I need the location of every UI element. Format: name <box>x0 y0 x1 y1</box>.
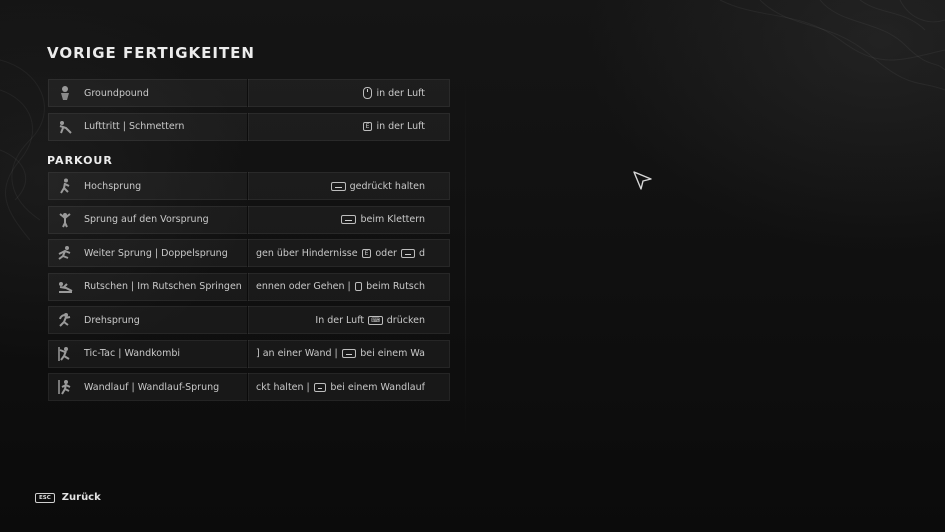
skill-row-ledge-jump[interactable]: Sprung auf den Vorsprung beim Klettern <box>48 205 450 234</box>
binding-text: beim Klettern <box>360 214 425 225</box>
wall-run-icon <box>54 376 76 398</box>
esc-key-icon: ESC <box>35 492 55 503</box>
skill-row-air-kick[interactable]: Lufttritt | Schmettern E in der Luft <box>48 112 450 141</box>
key-e-icon: E <box>362 122 373 131</box>
skill-row-high-jump[interactable]: Hochsprung gedrückt halten <box>48 172 450 200</box>
space-key-icon <box>330 181 346 191</box>
previous-skills-list: Groundpound in der Luft Lufttritt | Schm… <box>48 79 450 146</box>
high-jump-icon <box>54 175 76 197</box>
panel-separator <box>465 80 466 440</box>
skill-binding: ennen oder Gehen | beim Rutsch <box>248 273 425 301</box>
skill-row-slide[interactable]: Rutschen | Im Rutschen Springen ennen od… <box>48 272 450 301</box>
slide-icon <box>54 276 76 298</box>
binding-text: In der Luft <box>315 314 365 326</box>
skill-binding: ] an einer Wand | bei einem Wa <box>248 340 425 368</box>
skill-binding: gen über Hindernisse E oder d <box>248 239 425 267</box>
ledge-jump-icon <box>54 209 76 231</box>
skill-binding: ckt halten | bei einem Wandlauf <box>248 373 425 401</box>
binding-text: ] an einer Wand | <box>256 348 338 359</box>
skill-row-spin-jump[interactable]: Drehsprung In der Luft ⌨ drücken <box>48 306 450 334</box>
binding-text: in der Luft <box>376 87 425 99</box>
skill-row-wall-run[interactable]: Wandlauf | Wandlauf-Sprung ckt halten | … <box>48 373 450 401</box>
binding-text: drücken <box>386 314 425 326</box>
skill-name: Wandlauf | Wandlauf-Sprung <box>84 381 220 393</box>
section-title-parkour: PARKOUR <box>47 154 113 167</box>
skill-name: Weiter Sprung | Doppelsprung <box>84 247 228 259</box>
skill-row-tic-tac[interactable]: Tic-Tac | Wandkombi ] an einer Wand | be… <box>48 339 450 368</box>
back-button[interactable]: ESC Zurück <box>35 492 101 503</box>
mouse-cursor-icon <box>633 171 652 190</box>
skill-name: Drehsprung <box>84 314 140 326</box>
skill-name: Hochsprung <box>84 180 142 192</box>
space-key-icon <box>354 282 363 291</box>
binding-text: gen über Hindernisse <box>256 247 358 259</box>
parkour-skills-list: Hochsprung gedrückt halten Sprung auf de… <box>48 172 450 407</box>
skill-binding: in der Luft <box>248 79 449 107</box>
binding-text: oder <box>375 247 397 259</box>
skill-name: Rutschen | Im Rutschen Springen <box>84 281 242 292</box>
long-jump-icon <box>54 242 76 264</box>
space-key-icon <box>313 382 327 392</box>
skill-row-long-jump[interactable]: Weiter Sprung | Doppelsprung gen über Hi… <box>48 239 450 267</box>
mouse-icon <box>363 87 373 99</box>
spin-jump-icon <box>54 309 76 331</box>
binding-text: in der Luft <box>376 121 425 132</box>
skill-name: Tic-Tac | Wandkombi <box>84 348 181 359</box>
groundpound-icon <box>54 82 76 104</box>
binding-text: bei einem Wandlauf <box>330 381 425 393</box>
binding-text: bei einem Wa <box>360 348 425 359</box>
space-key-icon <box>341 215 357 224</box>
skills-screen: VORIGE FERTIGKEITEN Groundpound in der L… <box>0 0 945 532</box>
binding-text: ckt halten | <box>256 381 310 393</box>
skill-binding: E in der Luft <box>248 113 449 141</box>
key-e-icon: E <box>361 248 372 258</box>
skill-name: Sprung auf den Vorsprung <box>84 214 209 225</box>
skill-name: Groundpound <box>84 87 149 99</box>
skill-row-groundpound[interactable]: Groundpound in der Luft <box>48 79 450 107</box>
skill-binding: beim Klettern <box>248 206 449 234</box>
skill-name: Lufttritt | Schmettern <box>84 121 185 132</box>
back-label: Zurück <box>61 492 101 503</box>
tic-tac-icon <box>54 343 76 365</box>
binding-text: beim Rutsch <box>366 281 425 292</box>
section-title-previous-skills: VORIGE FERTIGKEITEN <box>47 44 255 62</box>
space-key-icon <box>341 349 357 358</box>
skill-binding: gedrückt halten <box>248 172 449 200</box>
keyboard-key-icon: ⌨ <box>368 315 383 325</box>
binding-text: ennen oder Gehen | <box>256 281 351 292</box>
binding-text: gedrückt halten <box>349 180 425 192</box>
skill-binding: In der Luft ⌨ drücken <box>248 306 449 334</box>
space-key-icon <box>400 248 415 258</box>
binding-text: d <box>418 247 425 259</box>
air-kick-icon <box>54 116 76 138</box>
